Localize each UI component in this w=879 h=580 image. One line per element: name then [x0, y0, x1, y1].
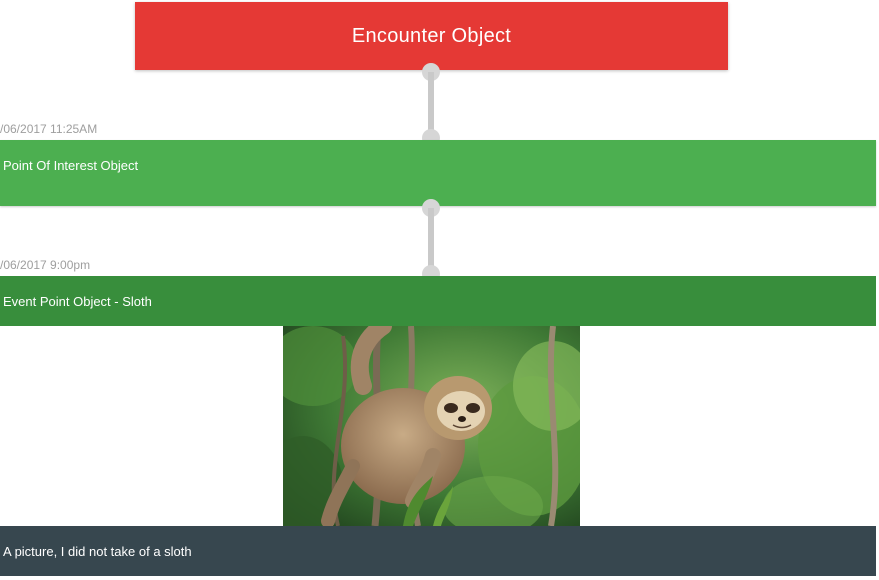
timeline-connector — [428, 72, 434, 136]
event-point-body — [0, 326, 876, 526]
point-of-interest-title: Point Of Interest Object — [3, 158, 139, 173]
sloth-photo[interactable] — [283, 326, 580, 526]
encounter-title: Encounter Object — [351, 24, 512, 47]
item-timestamp: /06/2017 11:25AM — [0, 122, 98, 136]
caption-text: A picture, I did not take of a sloth — [3, 543, 192, 559]
event-point-title: Event Point Object - Sloth — [3, 293, 152, 309]
timeline-connector — [428, 208, 434, 272]
item-timestamp: /06/2017 9:00pm — [0, 258, 91, 272]
encounter-header[interactable]: Encounter Object — [135, 2, 728, 70]
event-point-caption: A picture, I did not take of a sloth — [0, 526, 876, 576]
event-point-card[interactable]: Event Point Object - Sloth — [0, 276, 876, 326]
point-of-interest-card[interactable]: Point Of Interest Object — [0, 140, 876, 206]
